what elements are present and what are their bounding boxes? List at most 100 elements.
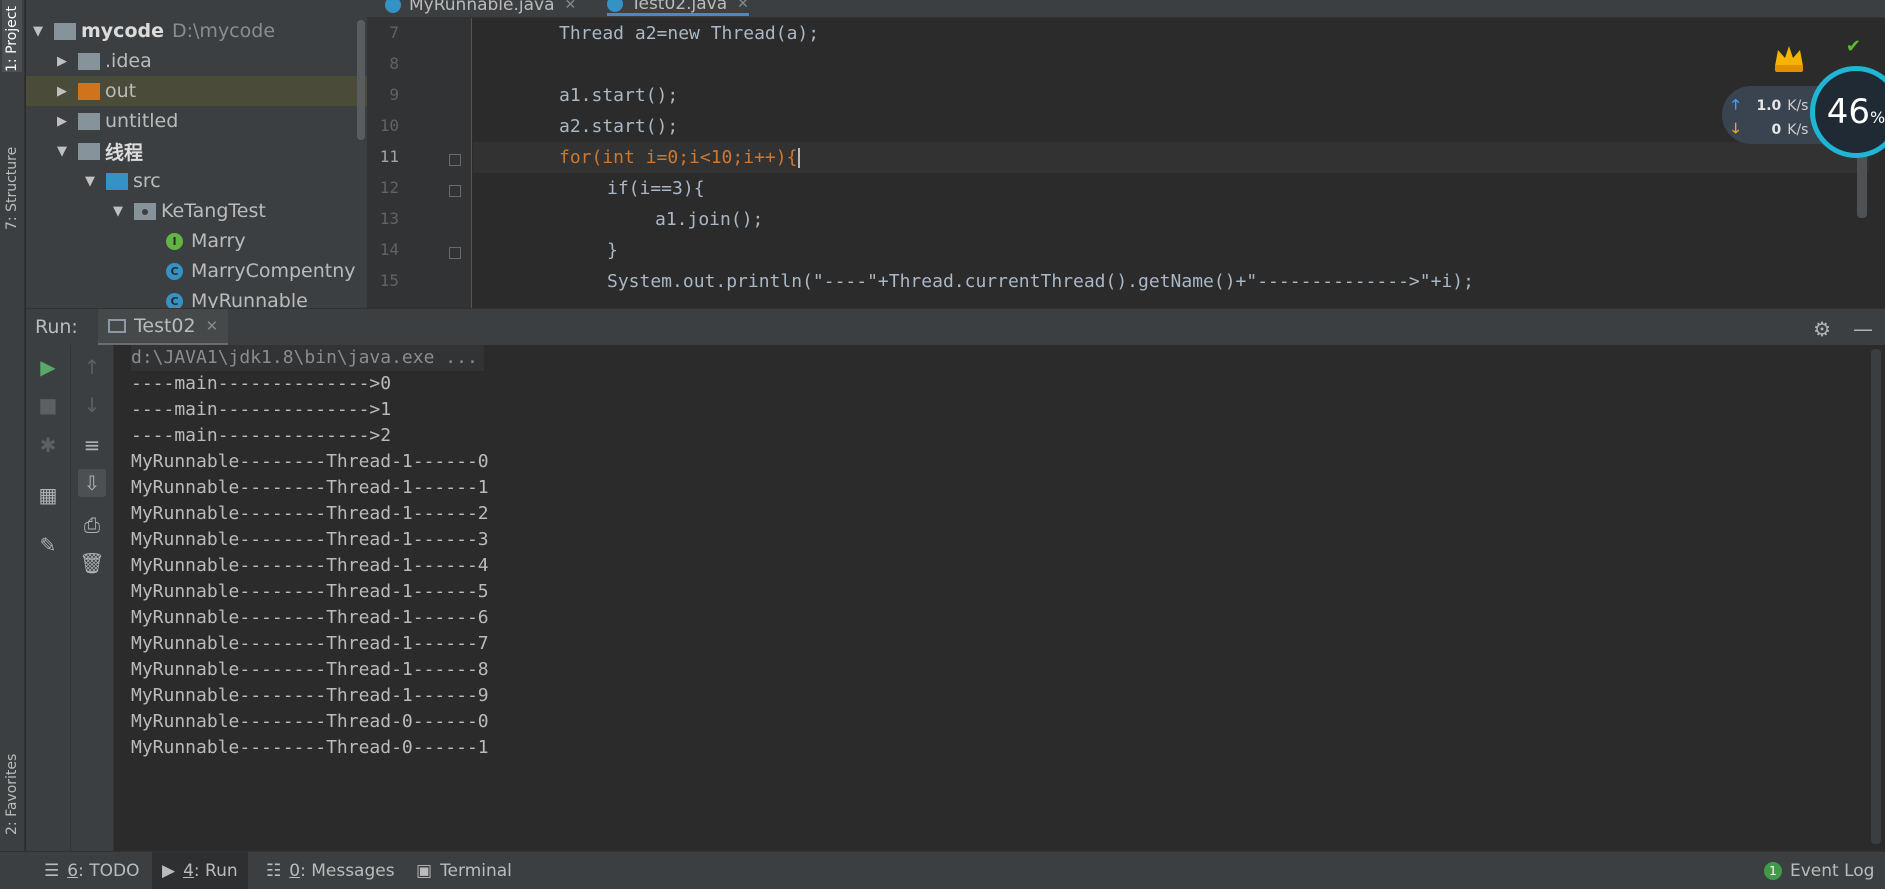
run-tool-tab[interactable]: ▶ 4: Run [152,852,248,889]
chevron-down-icon[interactable]: ▼ [30,23,46,39]
structure-tool-tab[interactable]: 7: Structure [2,118,22,230]
usage-gauge[interactable]: 46% [1810,66,1885,158]
tree-item-idea[interactable]: ▶ .idea [54,46,152,76]
line-number: 8 [389,54,399,73]
run-panel-header: Run: Test02 ✕ ⚙ — [26,308,1885,346]
gear-icon[interactable]: ⚙ [1813,317,1831,341]
line-number: 15 [379,271,399,290]
run-tab-test02[interactable]: Test02 ✕ [98,309,229,346]
console-output[interactable]: d:\JAVA1\jdk1.8\bin\java.exe ... ----mai… [114,345,1885,851]
trash-icon[interactable]: 🗑 [78,549,106,577]
favorites-tool-tab-label: 2: Favorites [4,753,20,835]
arrow-down-icon[interactable]: ↓ [78,391,106,419]
soft-wrap-icon[interactable]: ≡ [78,431,106,459]
tree-item-out[interactable]: ▶ out [26,76,367,106]
code-line-10: a2.start(); [473,111,1869,142]
fold-marker-icon[interactable] [449,185,461,197]
usage-percent-sign: % [1870,107,1885,127]
code-line-11: for(int i=0;i<10;i++){ [473,142,1869,173]
tree-item-label: src [133,170,161,192]
todo-tab[interactable]: ☰ 6: TODO [34,852,149,889]
tree-item-label: untitled [105,110,179,132]
console-line: MyRunnable--------Thread-1------6 [131,607,489,628]
code-line-13: a1.join(); [473,204,1869,235]
favorites-tool-tab[interactable]: 2: Favorites [2,720,22,835]
package-icon [134,202,156,220]
upload-value: 1.0 [1756,98,1782,114]
tree-item-label: mycode [81,20,164,42]
code-text: a1.join(); [655,209,764,230]
chevron-down-icon[interactable]: ▼ [82,173,98,189]
tree-item-src[interactable]: ▼ src [82,166,161,196]
tree-item-label: .idea [105,50,152,72]
scroll-to-end-icon[interactable]: ⇩ [78,469,106,497]
fold-end-icon[interactable] [449,247,461,259]
console-scrollbar[interactable] [1871,349,1881,844]
todo-tab-label: : TODO [78,861,140,881]
run-header-actions: ⚙ — [1813,317,1873,341]
pin-icon[interactable]: ✎ [34,531,62,559]
messages-tab[interactable]: ☷ 0: Messages [256,852,405,889]
console-line: MyRunnable--------Thread-0------1 [131,737,489,758]
source-folder-icon [106,172,128,190]
console-line: MyRunnable--------Thread-1------0 [131,451,489,472]
run-tab-label: Test02 [134,315,196,337]
tab-myrunnable[interactable]: MyRunnable.java ✕ [385,0,576,16]
terminal-tab[interactable]: ▣ Terminal [406,852,522,889]
tab-test02[interactable]: Test02.java ✕ [607,0,749,16]
tree-item-marrycompentny[interactable]: C MarryCompentny [166,256,356,286]
tree-item-myrunnable[interactable]: C MyRunnable [166,286,308,308]
code-line-12: if(i==3){ [473,173,1869,204]
project-tool-tab[interactable]: 1: Project [2,0,22,72]
messages-tab-label: : Messages [300,861,395,881]
chevron-down-icon[interactable]: ▼ [54,143,70,159]
tree-item-label: 线程 [105,141,144,164]
editor-gutter: 7 8 9 10 11 12 13 14 15 [367,18,491,308]
class-icon: C [166,292,183,308]
code-text: a1.start(); [559,85,679,106]
tree-item-mycode[interactable]: ▼ mycode D:\mycode [30,16,275,46]
fold-marker-icon[interactable] [449,154,461,166]
debug-settings-icon[interactable]: ✱ [34,431,62,459]
event-log-tab[interactable]: 1 Event Log [1754,852,1884,889]
print-icon[interactable]: ⎙ [78,511,106,539]
console-line: MyRunnable--------Thread-1------3 [131,529,489,550]
code-text: } [607,240,618,261]
download-speed: 🡓 0 K/s [1732,118,1808,142]
run-panel-label: Run: [35,316,78,338]
folder-icon [78,112,100,130]
folder-icon [78,52,100,70]
line-number: 11 [379,147,399,166]
tree-item-xiancheng[interactable]: ▼ 线程 [54,136,143,166]
close-icon[interactable]: ✕ [206,317,219,335]
excluded-folder-icon [78,82,100,100]
layout-icon[interactable]: ▦ [34,481,62,509]
messages-icon: ☷ [266,861,282,881]
code-editor[interactable]: Thread a2=new Thread(a); a1.start(); a2.… [473,18,1869,308]
class-icon [607,0,623,12]
chevron-right-icon[interactable]: ▶ [54,53,70,69]
stop-icon[interactable]: ■ [34,391,62,419]
tree-item-untitled[interactable]: ▶ untitled [54,106,178,136]
left-tool-strip: 1: Project 7: Structure 2: Favorites [0,0,25,851]
console-line: ----main-------------->1 [131,399,392,420]
upload-speed: 🡑 1.0 K/s [1732,94,1808,118]
project-scrollbar[interactable] [357,20,365,140]
chevron-right-icon[interactable]: ▶ [54,83,70,99]
run-tool-tab-number: 4 [183,861,194,881]
tree-item-marry[interactable]: I Marry [166,226,246,256]
rerun-icon[interactable]: ▶ [34,353,62,381]
tree-item-ketangtest[interactable]: ▼ KeTangTest [110,196,266,226]
close-icon[interactable]: ✕ [565,0,577,13]
close-icon[interactable]: ✕ [737,0,749,12]
arrow-up-icon[interactable]: ↑ [78,353,106,381]
chevron-down-icon[interactable]: ▼ [110,203,126,219]
chevron-right-icon[interactable]: ▶ [54,113,70,129]
console-line: ----main-------------->0 [131,373,392,394]
minimize-icon[interactable]: — [1853,317,1873,341]
network-speed-widget[interactable]: 🡑 1.0 K/s 🡓 0 K/s 46% [1722,66,1885,158]
check-icon: ✔ [1845,36,1861,57]
download-value: 0 [1771,122,1782,138]
module-folder-icon [54,22,76,40]
console-line: MyRunnable--------Thread-1------7 [131,633,489,654]
